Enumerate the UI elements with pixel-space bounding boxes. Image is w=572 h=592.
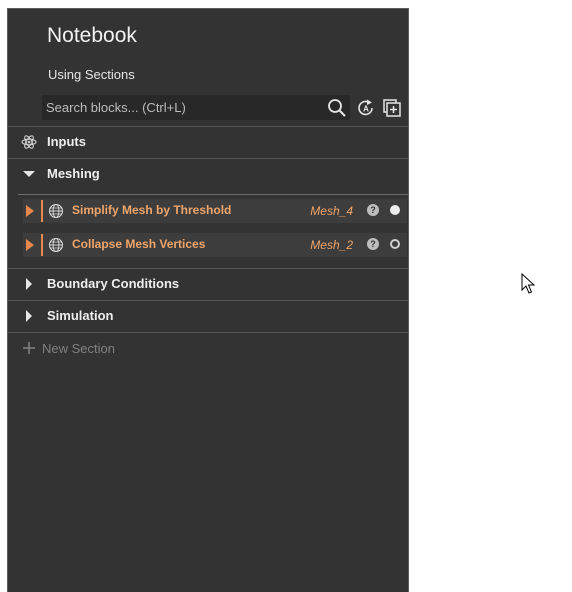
- mouse-cursor-icon: [521, 273, 535, 294]
- section-label: Simulation: [47, 308, 114, 323]
- triangle-down-icon[interactable]: [21, 166, 37, 182]
- block-output: Mesh_2: [310, 238, 353, 252]
- section-label: Meshing: [47, 166, 100, 181]
- section-boundary-conditions[interactable]: Boundary Conditions: [8, 269, 408, 299]
- atom-icon: [21, 135, 37, 149]
- section-label: Boundary Conditions: [47, 276, 180, 291]
- globe-icon: [48, 237, 64, 253]
- block-accent-bar: [41, 234, 43, 256]
- status-empty-icon: [390, 239, 400, 249]
- search-icon[interactable]: [327, 98, 347, 118]
- help-icon[interactable]: ?: [367, 204, 379, 216]
- notebook-panel: Notebook Using Sections A Inputs: [7, 8, 409, 592]
- section-inputs[interactable]: Inputs: [8, 127, 408, 157]
- svg-text:A: A: [363, 105, 369, 114]
- section-label: Inputs: [47, 134, 86, 149]
- triangle-right-icon[interactable]: [25, 238, 35, 252]
- search-box[interactable]: [42, 95, 350, 120]
- triangle-right-icon[interactable]: [25, 204, 35, 218]
- add-block-icon[interactable]: [382, 98, 402, 118]
- block-accent-bar: [41, 200, 43, 222]
- section-simulation[interactable]: Simulation: [8, 301, 408, 331]
- triangle-right-icon[interactable]: [21, 276, 37, 292]
- block-name: Simplify Mesh by Threshold: [72, 203, 232, 217]
- search-input[interactable]: [46, 95, 316, 120]
- block-name: Collapse Mesh Vertices: [72, 237, 206, 251]
- triangle-right-icon[interactable]: [21, 308, 37, 324]
- block-output: Mesh_4: [310, 204, 353, 218]
- globe-icon: [48, 203, 64, 219]
- block-simplify-mesh[interactable]: Simplify Mesh by Threshold Mesh_4 ?: [23, 199, 407, 223]
- divider: [18, 194, 408, 195]
- status-filled-icon: [390, 205, 400, 215]
- auto-run-icon[interactable]: A: [356, 98, 376, 118]
- notebook-subtitle: Using Sections: [48, 67, 135, 82]
- plus-icon: [23, 342, 35, 354]
- help-icon[interactable]: ?: [367, 238, 379, 250]
- block-collapse-vertices[interactable]: Collapse Mesh Vertices Mesh_2 ?: [23, 233, 407, 257]
- section-meshing[interactable]: Meshing: [8, 159, 408, 189]
- new-section-label: New Section: [42, 341, 115, 356]
- divider: [8, 332, 408, 333]
- notebook-title: Notebook: [47, 24, 137, 47]
